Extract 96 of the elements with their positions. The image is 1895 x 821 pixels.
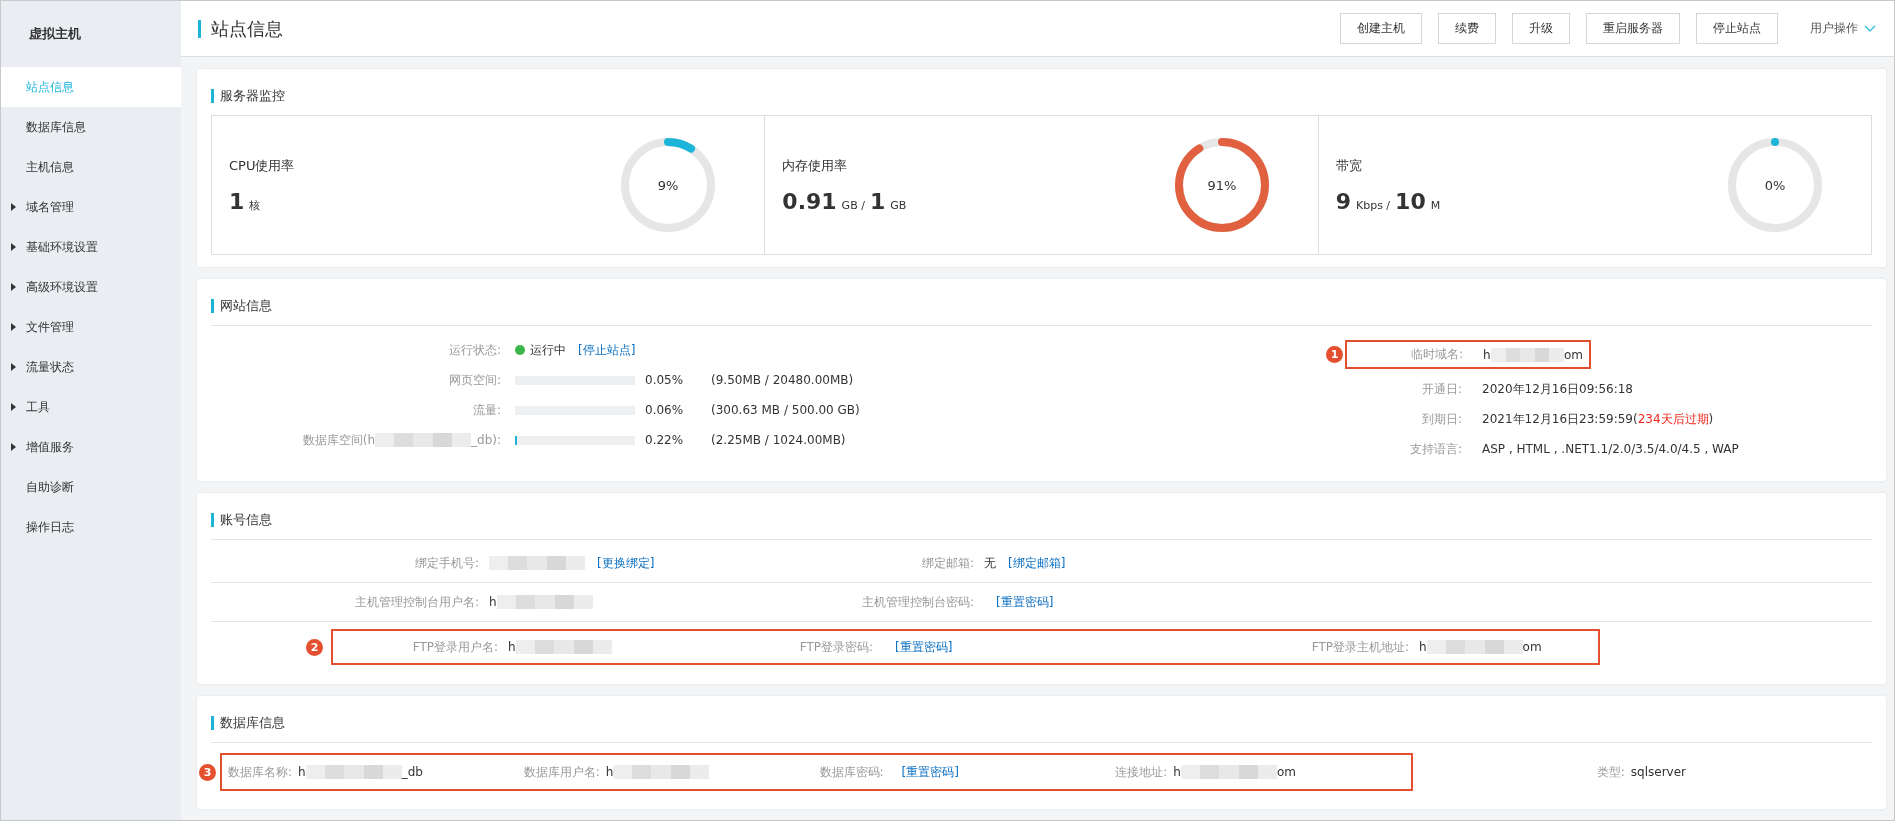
usage-percent: 0.05%	[645, 373, 685, 387]
action-link[interactable]: [重置密码]	[895, 638, 953, 656]
field-label: 主机管理控制台用户名:	[353, 593, 479, 611]
sidebar-item[interactable]: 基础环境设置	[1, 227, 181, 267]
toolbar-button[interactable]: 升级	[1512, 13, 1570, 44]
field-value: 2021年12月16日23:59:59(	[1482, 410, 1638, 428]
meter-label: 内存使用率	[782, 156, 849, 175]
sidebar-title: 虚拟主机	[28, 25, 82, 43]
field-value: sqlserver	[1630, 765, 1686, 779]
chevron-down-icon[interactable]	[1864, 24, 1876, 33]
usage-detail: (300.63 MB / 500.00 GB)	[711, 403, 860, 417]
usage-percent: 0.22%	[645, 433, 685, 447]
callout-number: 2	[306, 638, 323, 656]
expiry-warning: 234天后过期	[1637, 410, 1709, 428]
field-value: )	[1708, 412, 1714, 426]
field-label: FTP登录密码:	[798, 638, 873, 656]
action-link[interactable]: [绑定邮箱]	[1008, 554, 1066, 572]
meter-value: 1	[869, 188, 886, 214]
field-label: 绑定手机号:	[413, 554, 479, 572]
section-title: 数据库信息	[211, 716, 1872, 730]
meter-value: 9	[1335, 188, 1351, 214]
meter-label: CPU使用率	[229, 156, 296, 175]
sidebar-item[interactable]: 操作日志	[1, 507, 181, 547]
section-title: 服务器监控	[211, 89, 1872, 103]
field-label: 绑定邮箱:	[920, 554, 974, 572]
meter-unit: Kbps /	[1355, 198, 1391, 212]
field-label: FTP登录主机地址:	[1310, 638, 1409, 656]
field-label: FTP登录用户名:	[411, 638, 498, 656]
field-value: om	[1276, 765, 1296, 779]
action-link[interactable]: [停止站点]	[578, 341, 636, 359]
toolbar-button[interactable]: 停止站点	[1696, 13, 1778, 44]
field-value: h	[605, 765, 614, 779]
section-title: 网站信息	[211, 299, 1872, 313]
field-value: h	[1173, 765, 1181, 779]
field-label: 连接地址:	[1115, 763, 1168, 781]
meter-value: 0.91	[782, 188, 837, 214]
section-title: 账号信息	[211, 513, 1872, 527]
meter-label: 带宽	[1335, 156, 1363, 175]
sidebar-item[interactable]: 流量状态	[1, 347, 181, 387]
meter-value: 10	[1395, 188, 1426, 214]
sidebar-item[interactable]: 主机信息	[1, 147, 181, 187]
sidebar-item[interactable]: 增值服务	[1, 427, 181, 467]
user-menu[interactable]: 用户操作	[1810, 20, 1858, 37]
ring-percent: 91%	[1207, 178, 1237, 193]
action-link[interactable]: [重置密码]	[996, 593, 1054, 611]
meter-value: 1	[229, 188, 245, 214]
sidebar-item[interactable]: 高级环境设置	[1, 267, 181, 307]
usage-detail: (9.50MB / 20480.00MB)	[711, 373, 854, 387]
field-label: 类型:	[1596, 763, 1625, 781]
status-dot	[515, 345, 525, 355]
field-value: ASP , HTML , .NET1.1/2.0/3.5/4.0/4.5 , WAP	[1482, 442, 1739, 456]
field-label: _db):	[471, 433, 501, 447]
sidebar-item[interactable]: 域名管理	[1, 187, 181, 227]
field-label: 数据库名称:	[228, 763, 293, 781]
ring-percent: 9%	[658, 178, 679, 193]
field-label: 网页空间:	[448, 371, 501, 389]
toolbar-button[interactable]: 创建主机	[1340, 13, 1422, 44]
field-value: om	[1563, 347, 1583, 362]
ring-percent: 0%	[1764, 178, 1786, 193]
field-label: 临时域名:	[1409, 346, 1463, 363]
sidebar-item[interactable]: 数据库信息	[1, 107, 181, 147]
sidebar-item[interactable]: 自助诊断	[1, 467, 181, 507]
field-value: h	[489, 595, 497, 609]
page-title: 站点信息	[198, 19, 283, 38]
meter-unit: M	[1430, 198, 1441, 212]
status-text: 运行中	[530, 341, 566, 359]
field-value: _db	[401, 765, 423, 779]
field-value: om	[1522, 640, 1542, 654]
sidebar-item[interactable]: 工具	[1, 387, 181, 427]
field-label: 主机管理控制台密码:	[860, 593, 974, 611]
field-label: 到期日:	[1420, 410, 1462, 428]
action-link[interactable]: [更换绑定]	[597, 554, 655, 572]
field-value: 2020年12月16日09:56:18	[1482, 380, 1633, 398]
callout-number: 1	[1326, 346, 1343, 363]
meter-unit: 核	[249, 197, 261, 213]
field-label: 数据库密码:	[819, 763, 884, 781]
field-label: 运行状态:	[448, 341, 501, 359]
field-value: 无	[984, 554, 996, 572]
toolbar-button[interactable]: 重启服务器	[1586, 13, 1680, 44]
field-label: 开通日:	[1420, 380, 1462, 398]
callout-number: 3	[199, 763, 216, 781]
field-label: 流量:	[472, 401, 501, 419]
meter-unit: GB	[890, 198, 907, 212]
action-link[interactable]: [重置密码]	[901, 763, 959, 781]
usage-detail: (2.25MB / 1024.00MB)	[711, 433, 846, 447]
field-label: 数据库空间(h	[302, 431, 376, 449]
sidebar-item[interactable]: 文件管理	[1, 307, 181, 347]
field-label: 支持语言:	[1408, 440, 1462, 458]
meter-unit: GB /	[841, 198, 865, 212]
usage-percent: 0.06%	[645, 403, 685, 417]
toolbar-button[interactable]: 续费	[1438, 13, 1496, 44]
field-label: 数据库用户名:	[523, 763, 600, 781]
field-value: h	[1483, 347, 1491, 362]
field-value: h	[298, 765, 306, 779]
field-value: h	[1419, 640, 1427, 654]
field-value: h	[508, 640, 516, 654]
